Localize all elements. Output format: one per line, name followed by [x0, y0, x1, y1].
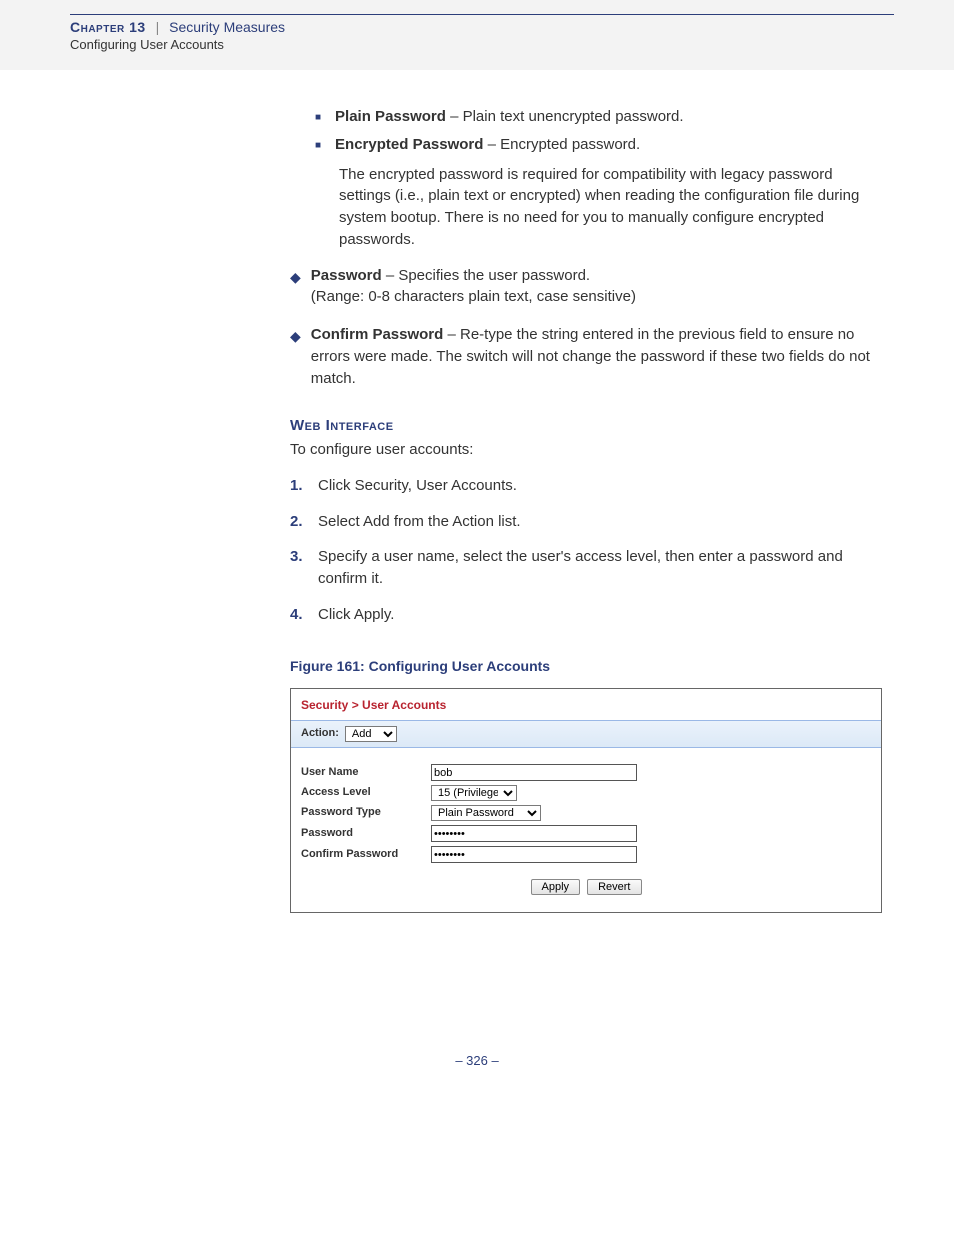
term: Confirm Password — [311, 326, 444, 343]
list-item: ◆ Password – Specifies the user password… — [290, 265, 879, 309]
form-row: Confirm Password — [301, 846, 871, 863]
definition: – Encrypted password. — [483, 136, 640, 153]
web-interface-heading: Web Interface — [290, 415, 879, 437]
form-row: Password — [301, 825, 871, 842]
confirm-password-label: Confirm Password — [301, 847, 431, 863]
chapter-label: Chapter 13 — [70, 19, 146, 35]
figure-caption: Figure 161: Configuring User Accounts — [290, 656, 879, 676]
list-item: ■ Plain Password – Plain text unencrypte… — [315, 106, 879, 128]
access-level-label: Access Level — [301, 785, 431, 801]
user-name-input[interactable] — [431, 764, 637, 781]
step-text: Select Add from the Action list. — [318, 511, 521, 533]
term: Plain Password — [335, 108, 446, 125]
action-label: Action: — [301, 726, 339, 742]
chapter-line: Chapter 13 | Security Measures — [70, 19, 894, 35]
chapter-subtopic: Configuring User Accounts — [70, 37, 894, 52]
range-note: (Range: 0-8 characters plain text, case … — [311, 288, 636, 305]
form-body: User Name Access Level 15 (Privileged) P… — [291, 748, 881, 912]
confirm-password-input[interactable] — [431, 846, 637, 863]
password-type-select[interactable]: Plain Password — [431, 805, 541, 821]
step-item: 4. Click Apply. — [290, 604, 879, 626]
step-number: 3. — [290, 546, 318, 590]
chapter-separator: | — [150, 19, 166, 35]
apply-button[interactable]: Apply — [531, 879, 581, 895]
revert-button[interactable]: Revert — [587, 879, 641, 895]
diamond-bullet-icon: ◆ — [290, 326, 301, 389]
form-row: Access Level 15 (Privileged) — [301, 785, 871, 801]
form-row: User Name — [301, 764, 871, 781]
password-label: Password — [301, 826, 431, 842]
action-bar: Action: Add — [291, 720, 881, 748]
term: Password — [311, 267, 382, 284]
step-item: 3. Specify a user name, select the user'… — [290, 546, 879, 590]
list-item: ◆ Confirm Password – Re-type the string … — [290, 324, 879, 389]
screenshot-panel: Security > User Accounts Action: Add Use… — [290, 688, 882, 913]
password-type-label: Password Type — [301, 805, 431, 821]
term: Encrypted Password — [335, 136, 483, 153]
chapter-topic: Security Measures — [169, 19, 285, 35]
page-number: – 326 – — [75, 1053, 879, 1098]
form-row: Password Type Plain Password — [301, 805, 871, 821]
step-number: 2. — [290, 511, 318, 533]
access-level-select[interactable]: 15 (Privileged) — [431, 785, 517, 801]
web-interface-intro: To configure user accounts: — [290, 439, 879, 461]
square-bullet-icon: ■ — [315, 111, 321, 128]
encrypted-note: The encrypted password is required for c… — [339, 164, 879, 251]
step-text: Click Security, User Accounts. — [318, 475, 517, 497]
action-select[interactable]: Add — [345, 726, 397, 742]
square-bullet-icon: ■ — [315, 139, 321, 156]
breadcrumb: Security > User Accounts — [291, 689, 881, 720]
step-number: 4. — [290, 604, 318, 626]
header-rule — [70, 14, 894, 15]
definition: – Specifies the user password. — [382, 267, 590, 284]
step-number: 1. — [290, 475, 318, 497]
list-item: ■ Encrypted Password – Encrypted passwor… — [315, 134, 879, 156]
password-input[interactable] — [431, 825, 637, 842]
step-item: 1. Click Security, User Accounts. — [290, 475, 879, 497]
diamond-bullet-icon: ◆ — [290, 267, 301, 309]
step-text: Specify a user name, select the user's a… — [318, 546, 879, 590]
user-name-label: User Name — [301, 765, 431, 781]
step-item: 2. Select Add from the Action list. — [290, 511, 879, 533]
definition: – Plain text unencrypted password. — [446, 108, 684, 125]
step-text: Click Apply. — [318, 604, 394, 626]
